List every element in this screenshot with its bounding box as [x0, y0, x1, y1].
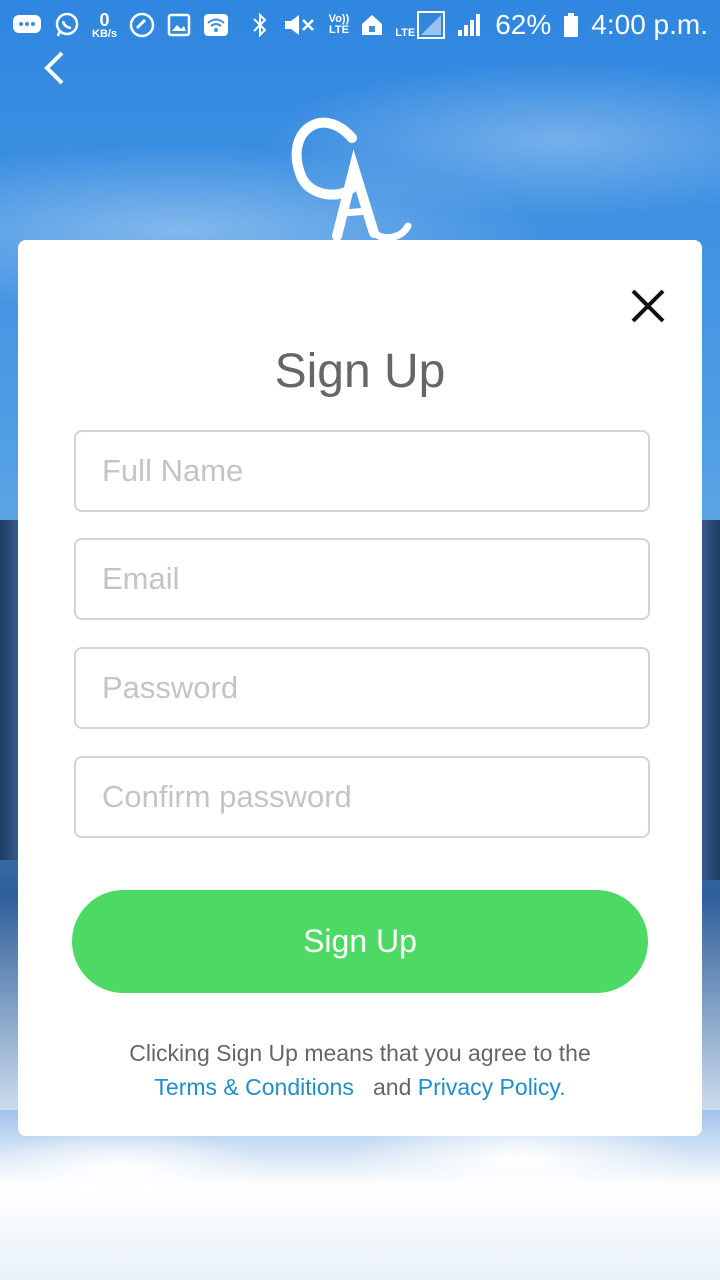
- mute-icon: [284, 15, 314, 35]
- full-name-input[interactable]: [74, 430, 650, 512]
- legal-and: and: [373, 1074, 412, 1100]
- close-icon: [631, 289, 665, 323]
- confirm-password-input[interactable]: [74, 756, 650, 838]
- lte-bars-icon: [417, 11, 446, 39]
- clock-time: 4:00 p.m.: [591, 9, 708, 40]
- signal-icon: [458, 14, 481, 36]
- whatsapp-icon: [55, 12, 79, 37]
- legal-links-line: Terms & Conditions and Privacy Policy.: [18, 1070, 702, 1104]
- signup-dialog: Sign Up Sign Up Clicking Sign Up means t…: [18, 240, 702, 1136]
- battery-percent: 62%: [495, 9, 552, 40]
- image-icon: [167, 13, 191, 37]
- volte-sub: LTE: [328, 24, 349, 36]
- signup-button[interactable]: Sign Up: [72, 890, 648, 993]
- wifi-icon: [204, 14, 229, 36]
- privacy-link[interactable]: Privacy Policy.: [418, 1074, 566, 1100]
- dialog-title: Sign Up: [274, 345, 446, 398]
- bluetooth-icon: [252, 12, 267, 38]
- password-input[interactable]: [74, 647, 650, 729]
- data-speed-icon: 0 KB/s: [92, 11, 117, 40]
- terms-link[interactable]: Terms & Conditions: [154, 1074, 353, 1100]
- close-button[interactable]: [626, 284, 670, 328]
- app-logo: [291, 117, 412, 242]
- privacy-link-text: Privacy Policy: [417, 1074, 560, 1100]
- privacy-link-period: .: [559, 1074, 566, 1100]
- status-right: Vo)) LTE LTE 62% 4:00 p.m.: [251, 9, 708, 41]
- legal-notice: Clicking Sign Up means that you agree to…: [18, 1036, 702, 1104]
- volte-icon: Vo)) LTE: [329, 14, 350, 36]
- email-input[interactable]: [74, 538, 650, 620]
- message-icon: [13, 15, 41, 33]
- data-speed-value: 0: [99, 9, 110, 30]
- status-left: 0 KB/s: [12, 11, 229, 40]
- home-icon: [362, 15, 383, 35]
- status-bar: 0 KB/s Vo)) LTE LTE 62% 4:00 p.m.: [0, 0, 720, 50]
- legal-prefix: Clicking Sign Up means that you agree to…: [129, 1040, 591, 1066]
- back-button[interactable]: [34, 48, 74, 88]
- back-chevron-icon: [44, 51, 64, 85]
- lte-signal-icon: LTE: [395, 11, 446, 39]
- phone-icon: [129, 12, 155, 38]
- battery-icon: [564, 13, 579, 37]
- data-speed-unit: KB/s: [92, 27, 118, 40]
- lte-label: LTE: [395, 27, 416, 39]
